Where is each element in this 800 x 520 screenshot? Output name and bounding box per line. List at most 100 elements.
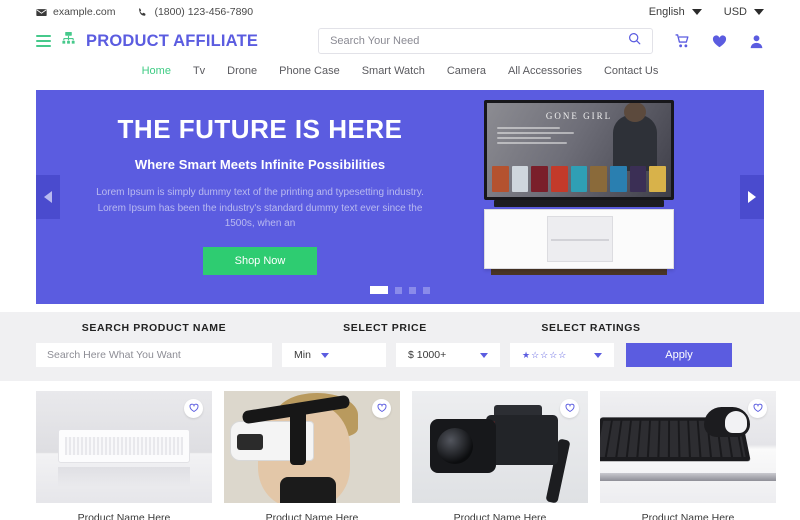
nav-item-contact-us[interactable]: Contact Us [604,65,658,77]
search-icon[interactable] [628,32,641,50]
product-card[interactable]: Product Name Here [412,391,588,520]
tv-description-lines [497,127,587,147]
chevron-down-icon [754,9,764,15]
chevron-down-icon [594,352,602,358]
product-card[interactable]: Product Name Here [36,391,212,520]
apply-filters-button[interactable]: Apply [626,343,732,367]
contact-email[interactable]: example.com [36,6,115,18]
chevron-right-icon [748,191,756,203]
product-image [412,391,588,503]
tv-thumbnail-row [492,166,667,192]
phone-icon [137,7,148,18]
top-bar: example.com (1800) 123-456-7890 English … [0,0,800,24]
product-card[interactable]: Product Name Here [224,391,400,520]
nav-item-camera[interactable]: Camera [447,65,486,77]
product-name-filter-input[interactable] [36,343,272,367]
header-actions [675,33,764,49]
ratings-select[interactable]: ★☆☆☆☆ [510,343,614,367]
hero-image-area: GONE GIRL [456,90,764,304]
cart-icon[interactable] [675,33,690,49]
page-root: example.com (1800) 123-456-7890 English … [0,0,800,520]
min-price-select[interactable]: Min [282,343,386,367]
max-price-select[interactable]: $ 1000+ [396,343,500,367]
hamburger-menu-icon[interactable] [36,34,51,48]
product-card[interactable]: Product Name Here [600,391,776,520]
heart-outline-icon [189,400,199,418]
product-image [224,391,400,503]
main-nav: Home Tv Drone Phone Case Smart Watch Cam… [0,58,800,84]
hero-subheading: Where Smart Meets Infinite Possibilities [134,157,386,172]
product-name: Product Name Here [265,512,359,520]
tv-product-image: GONE GIRL [484,100,674,275]
min-price-value: Min [294,349,311,361]
tv-soundbar [494,200,664,207]
product-image [600,391,776,503]
nav-item-drone[interactable]: Drone [227,65,257,77]
max-price-value: $ 1000+ [408,349,447,361]
site-header: PRODUCT AFFILIATE [0,24,800,58]
hero-heading: THE FUTURE IS HERE [117,114,403,144]
tv-screen: GONE GIRL [484,100,674,200]
top-bar-contact: example.com (1800) 123-456-7890 [36,6,253,18]
nav-item-all-accessories[interactable]: All Accessories [508,65,582,77]
heart-outline-icon [377,400,387,418]
contact-phone-text: (1800) 123-456-7890 [154,6,254,18]
currency-selector[interactable]: USD [724,6,764,18]
product-name: Product Name Here [641,512,735,520]
hero-banner: THE FUTURE IS HERE Where Smart Meets Inf… [36,90,764,304]
search-input[interactable] [330,35,629,47]
product-image [36,391,212,503]
filter-label-name: SEARCH PRODUCT NAME [81,322,227,334]
filter-labels: SEARCH PRODUCT NAME SELECT PRICE SELECT … [36,322,764,334]
console-shelf [547,216,613,262]
language-selector[interactable]: English [649,6,702,18]
user-icon[interactable] [749,34,764,49]
nav-item-home[interactable]: Home [142,65,171,77]
filter-bar: SEARCH PRODUCT NAME SELECT PRICE SELECT … [0,312,800,381]
brand-block: PRODUCT AFFILIATE [36,31,258,51]
heart-icon[interactable] [712,34,727,49]
hero-pagination [36,286,764,294]
chevron-down-icon [691,9,702,15]
hero-dot-3[interactable] [409,286,416,294]
chevron-down-icon [480,352,488,358]
product-name: Product Name Here [77,512,171,520]
heart-outline-icon [565,400,575,418]
hero-dot-1[interactable] [370,286,388,294]
product-grid: Product Name Here Product Name Here Prod… [0,391,800,520]
wishlist-button[interactable] [748,399,767,418]
brand-name[interactable]: PRODUCT AFFILIATE [86,32,258,51]
rating-stars: ★☆☆☆☆ [522,349,568,360]
hero-next-button[interactable] [740,175,764,219]
nav-item-tv[interactable]: Tv [193,65,205,77]
filter-label-ratings: SELECT RATINGS [541,322,641,334]
contact-phone[interactable]: (1800) 123-456-7890 [137,6,253,18]
language-value: English [648,6,685,18]
tv-character [613,103,657,171]
top-bar-selectors: English USD [649,6,764,18]
filter-controls: Min $ 1000+ ★☆☆☆☆ Apply [36,343,764,367]
heart-outline-icon [753,400,763,418]
filter-label-price: SELECT PRICE [343,322,427,334]
hero-prev-button[interactable] [36,175,60,219]
chevron-down-icon [320,352,329,358]
hero-paragraph: Lorem Ipsum is simply dummy text of the … [96,187,424,229]
nav-item-phone-case[interactable]: Phone Case [279,65,340,77]
mail-icon [36,7,47,18]
hero-dot-4[interactable] [423,286,430,294]
tv-console [484,209,674,269]
hero-content: THE FUTURE IS HERE Where Smart Meets Inf… [36,90,764,304]
wishlist-button[interactable] [560,399,579,418]
shop-now-button[interactable]: Shop Now [202,246,318,275]
wishlist-button[interactable] [372,399,391,418]
chevron-left-icon [44,191,52,203]
hero-text-block: THE FUTURE IS HERE Where Smart Meets Inf… [36,90,456,304]
contact-email-text: example.com [53,6,116,18]
product-name: Product Name Here [453,512,547,520]
sitemap-icon [61,31,76,51]
console-base [491,269,667,275]
nav-item-smart-watch[interactable]: Smart Watch [362,65,425,77]
hero-dot-2[interactable] [395,286,402,294]
header-search[interactable] [318,28,654,54]
wishlist-button[interactable] [184,399,203,418]
